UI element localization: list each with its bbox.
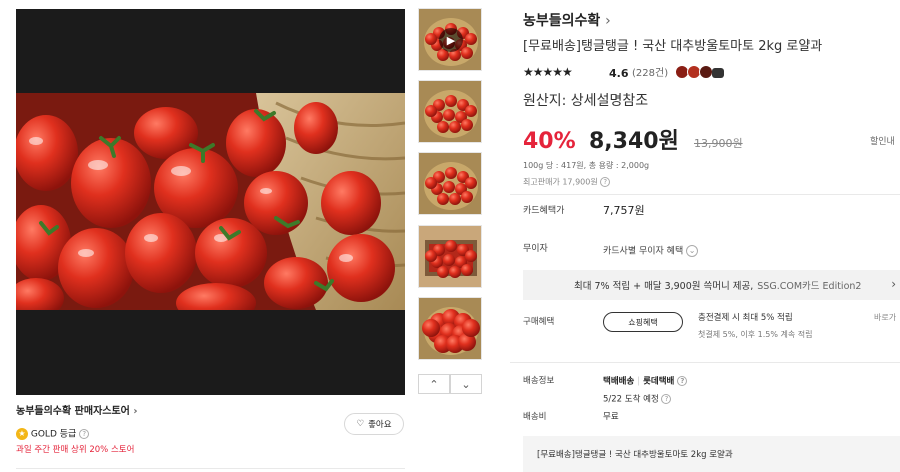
card-benefit-price: 7,757원 xyxy=(603,204,645,217)
max-price-info: 최고판매가 17,900원 ? xyxy=(523,177,611,187)
product-thumbnail[interactable] xyxy=(418,152,482,215)
chevron-down-icon: ⌄ xyxy=(461,377,471,391)
rating-value: 4.6 xyxy=(609,67,629,80)
discount-info-link[interactable]: 할인내 xyxy=(870,138,895,147)
help-icon[interactable]: ? xyxy=(600,177,611,187)
chevron-up-icon: ⌃ xyxy=(429,377,439,391)
discount-rate: 40% xyxy=(523,129,576,154)
shipping-fee: 무료 xyxy=(603,412,619,422)
chevron-right-icon: › xyxy=(605,13,611,29)
thumb-next-button[interactable]: ⌄ xyxy=(450,374,482,394)
unit-price-info: 100g 당 : 417원, 총 용량 : 2,000g xyxy=(523,161,650,170)
sale-price: 8,340원 xyxy=(589,129,679,154)
shopping-benefit-button[interactable]: 쇼핑혜택 xyxy=(603,312,683,332)
origin-text: 원산지: 상세설명참조 xyxy=(523,93,649,109)
review-photo-icon xyxy=(712,68,724,78)
seller-store-link[interactable]: 농부들의수확 판매자스토어 › xyxy=(16,407,138,417)
benefit-shortcut-link[interactable]: 바로가 xyxy=(874,314,896,322)
selected-option-box[interactable]: [무료배송]탱글탱글 ! 국산 대추방울토마토 2kg 로얄과 xyxy=(523,436,900,472)
chevron-right-icon: › xyxy=(133,406,138,417)
thumb-prev-button[interactable]: ⌃ xyxy=(418,374,450,394)
product-thumbnail[interactable] xyxy=(418,225,482,288)
seller-rank-text: 과일 주간 판매 상위 20% 스토어 xyxy=(16,445,135,455)
shipping-fee-label: 배송비 xyxy=(523,412,547,422)
delivery-eta: 5/22 도착 예정 ? xyxy=(603,394,672,404)
heart-icon: ♡ xyxy=(356,419,365,429)
installment-info[interactable]: 카드사별 무이자 혜택 ⌄ xyxy=(603,245,699,257)
product-thumbnail[interactable] xyxy=(418,80,482,143)
tomato-photo xyxy=(16,93,405,310)
like-button[interactable]: ♡ 좋아요 xyxy=(344,413,404,435)
review-count[interactable]: (228건) xyxy=(632,69,668,79)
help-icon[interactable]: ? xyxy=(79,429,90,439)
delivery-info-label: 배송정보 xyxy=(523,376,555,386)
star-rating-icon: ★★★★★ xyxy=(523,65,573,79)
original-price: 13,900원 xyxy=(694,137,743,150)
chevron-down-icon: ⌄ xyxy=(686,245,699,257)
main-product-image[interactable] xyxy=(16,9,405,395)
chevron-right-icon: › xyxy=(891,277,896,291)
play-icon[interactable]: ▶ xyxy=(439,28,463,52)
product-thumbnail[interactable] xyxy=(418,297,482,360)
help-icon[interactable]: ? xyxy=(677,376,688,386)
installment-label: 무이자 xyxy=(523,244,548,254)
product-thumbnail[interactable]: ▶ xyxy=(418,8,482,71)
delivery-methods: 택배배송 | 롯데택배 ? xyxy=(603,376,688,386)
charge-benefit-title: 충전결제 시 최대 5% 적립 xyxy=(698,313,793,323)
seller-grade: ★ GOLD 등급 ? xyxy=(16,428,90,440)
card-benefit-label: 카드혜택가 xyxy=(523,206,565,216)
product-title: [무료배송]탱글탱글 ! 국산 대추방울토마토 2kg 로얄과 xyxy=(523,39,823,54)
review-thumb-3[interactable] xyxy=(699,65,713,79)
seller-name: 농부들의수확 판매자스토어 xyxy=(16,406,130,417)
help-icon[interactable]: ? xyxy=(661,394,672,404)
purchase-benefit-label: 구매혜택 xyxy=(523,317,555,327)
charge-benefit-detail: 첫결제 5%, 이후 1.5% 계속 적립 xyxy=(698,330,813,339)
gold-medal-icon: ★ xyxy=(16,428,28,440)
ssg-card-banner[interactable]: 최대 7% 적립 + 매달 3,900원 쓱머니 제공, SSG.COM카드 E… xyxy=(523,270,900,300)
brand-link[interactable]: 농부들의수확 › xyxy=(523,14,611,28)
